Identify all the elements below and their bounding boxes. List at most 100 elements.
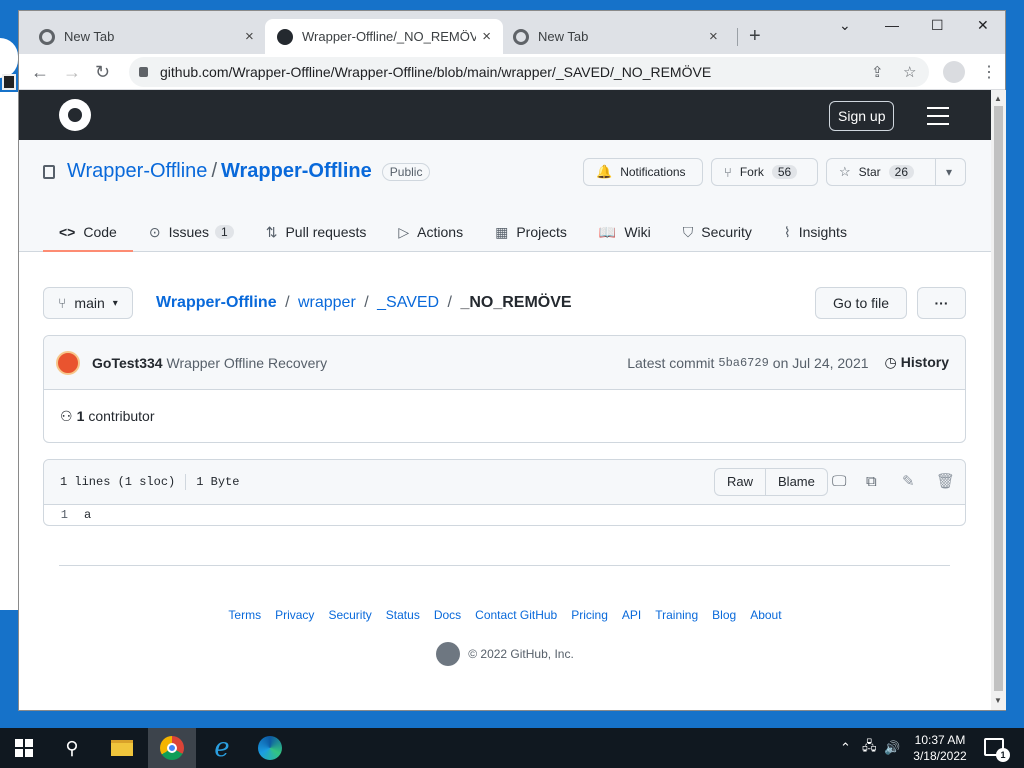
history-link[interactable]: ◷ History xyxy=(885,354,949,371)
desktop-shortcut-icon[interactable] xyxy=(0,38,18,78)
system-clock[interactable]: 10:37 AM 3/18/2022 xyxy=(900,732,980,764)
open-desktop-icon[interactable]: 🖵 xyxy=(832,472,846,490)
github-footer-logo-icon[interactable] xyxy=(436,642,461,666)
copy-icon[interactable]: ⧉ xyxy=(866,472,877,490)
search-icon[interactable]: ⚲ xyxy=(48,728,96,768)
contributors-row[interactable]: ⚇ 1 contributor xyxy=(44,390,965,442)
breadcrumb-saved-link[interactable]: _SAVED xyxy=(377,294,439,311)
maximize-button[interactable]: ☐ xyxy=(931,17,944,34)
star-list-dropdown[interactable]: ▾ xyxy=(935,158,966,186)
footer-link[interactable]: Contact GitHub xyxy=(475,608,557,622)
star-button[interactable]: ☆ Star 26 xyxy=(826,158,936,186)
forward-button[interactable]: → xyxy=(63,62,81,83)
github-header: Sign up xyxy=(19,90,991,140)
branch-selector[interactable]: ⑂ main ▾ xyxy=(43,287,133,319)
close-window-button[interactable]: ✕ xyxy=(977,17,989,34)
tab-code[interactable]: <> Code xyxy=(43,212,133,252)
current-file-name: _NO_REMÖVE xyxy=(460,294,572,311)
taskbar-chrome[interactable] xyxy=(148,728,196,768)
code-text: a xyxy=(84,508,92,522)
star-count: 26 xyxy=(888,165,915,179)
fork-button[interactable]: ⑂ Fork 56 xyxy=(711,158,818,186)
close-tab-icon[interactable]: × xyxy=(709,28,718,45)
breadcrumb-root-link[interactable]: Wrapper-Offline xyxy=(156,294,277,311)
scroll-down-icon[interactable]: ▼ xyxy=(994,696,1002,705)
tab-actions[interactable]: ▷ Actions xyxy=(382,212,479,252)
commit-message-link[interactable]: Wrapper Offline Recovery xyxy=(167,355,328,371)
show-hidden-icons-icon[interactable]: ⌃ xyxy=(840,728,851,768)
footer-link[interactable]: Pricing xyxy=(571,608,608,622)
notifications-button[interactable]: 🔔 Notifications xyxy=(583,158,703,186)
footer-link[interactable]: Docs xyxy=(434,608,461,622)
author-avatar[interactable] xyxy=(56,350,80,375)
taskbar-edge[interactable] xyxy=(246,728,294,768)
breadcrumb-wrapper-link[interactable]: wrapper xyxy=(298,294,356,311)
tab-search-icon[interactable]: ⌄ xyxy=(839,17,851,34)
blame-button[interactable]: Blame xyxy=(765,469,827,495)
scroll-up-icon[interactable]: ▲ xyxy=(994,94,1002,103)
reload-button[interactable]: ↻ xyxy=(95,62,110,83)
url-text[interactable]: github.com/Wrapper-Offline/Wrapper-Offli… xyxy=(160,64,711,80)
tab-security[interactable]: ⛉ Security xyxy=(667,212,768,252)
page-scrollbar[interactable]: ▲ ▼ xyxy=(991,90,1006,710)
footer-link[interactable]: API xyxy=(622,608,641,622)
raw-button[interactable]: Raw xyxy=(715,469,765,495)
new-tab-button[interactable]: + xyxy=(749,25,761,48)
windows-taskbar: ⚲ e ⌃ 🖧 🔊 10:37 AM 3/18/2022 1 xyxy=(0,728,1024,768)
copyright-text: © 2022 GitHub, Inc. xyxy=(468,647,574,661)
play-icon: ▷ xyxy=(398,223,410,240)
footer-link[interactable]: Blog xyxy=(712,608,736,622)
hamburger-menu-icon[interactable] xyxy=(927,107,949,131)
start-button[interactable] xyxy=(0,728,48,768)
commit-info-box: GoTest334 Wrapper Offline Recovery Lates… xyxy=(43,335,966,443)
tab-pull-requests[interactable]: ⇅ Pull requests xyxy=(250,212,383,252)
volume-icon[interactable]: 🔊 xyxy=(884,728,900,768)
close-tab-icon[interactable]: × xyxy=(482,28,491,45)
desktop-shortcut-icon-2[interactable] xyxy=(2,74,16,90)
footer-link[interactable]: Privacy xyxy=(275,608,314,622)
address-bar[interactable]: github.com/Wrapper-Offline/Wrapper-Offli… xyxy=(129,57,929,87)
book-icon: 📖 xyxy=(598,223,617,240)
github-logo-icon[interactable] xyxy=(59,99,91,131)
close-tab-icon[interactable]: × xyxy=(245,28,254,45)
background-window-edge xyxy=(0,92,18,610)
taskbar-file-explorer[interactable] xyxy=(98,728,146,768)
scrollbar-thumb[interactable] xyxy=(994,106,1003,691)
repo-owner-link[interactable]: Wrapper-Offline xyxy=(67,160,207,183)
go-to-file-button[interactable]: Go to file xyxy=(815,287,907,319)
taskbar-internet-explorer[interactable]: e xyxy=(198,728,246,768)
back-button[interactable]: ← xyxy=(31,62,49,83)
bell-icon: 🔔 xyxy=(596,164,613,179)
profile-avatar-icon[interactable] xyxy=(943,61,965,83)
repo-name-link[interactable]: Wrapper-Offline xyxy=(221,160,372,183)
tab-insights[interactable]: ⌇ Insights xyxy=(768,212,863,252)
commit-sha-link[interactable]: 5ba6729 xyxy=(718,356,768,370)
tab-new-tab-1[interactable]: New Tab × xyxy=(27,19,267,54)
share-icon[interactable]: ⇪ xyxy=(871,63,884,81)
browser-menu-icon[interactable]: ⋮ xyxy=(981,62,997,82)
minimize-button[interactable]: — xyxy=(885,17,899,33)
footer-link[interactable]: Security xyxy=(328,608,371,622)
contributors-label: contributor xyxy=(88,408,155,424)
footer-link[interactable]: About xyxy=(750,608,781,622)
file-viewer: 1 lines (1 sloc) 1 Byte Raw Blame 🖵 ⧉ ✎ … xyxy=(43,459,966,526)
network-icon[interactable]: 🖧 xyxy=(862,728,877,768)
pencil-edit-icon[interactable]: ✎ xyxy=(902,472,915,490)
tab-wiki[interactable]: 📖 Wiki xyxy=(583,212,667,252)
tab-projects[interactable]: ▦ Projects xyxy=(479,212,583,252)
tab-new-tab-2[interactable]: New Tab × xyxy=(501,19,731,54)
footer-link[interactable]: Terms xyxy=(228,608,261,622)
footer-link[interactable]: Status xyxy=(386,608,420,622)
lock-icon[interactable] xyxy=(139,67,148,77)
trash-icon[interactable]: 🗑 xyxy=(936,472,955,490)
more-options-button[interactable]: ··· xyxy=(917,287,966,319)
chevron-down-icon: ▾ xyxy=(112,297,118,309)
sign-up-button[interactable]: Sign up xyxy=(829,101,895,131)
internet-explorer-icon: e xyxy=(214,733,230,763)
footer-link[interactable]: Training xyxy=(655,608,698,622)
line-number[interactable]: 1 xyxy=(44,508,84,522)
tab-issues[interactable]: ⊙ Issues 1 xyxy=(133,212,250,252)
tab-github-file[interactable]: Wrapper-Offline/_NO_REMÖVE a × xyxy=(265,19,503,54)
bookmark-star-icon[interactable]: ☆ xyxy=(903,63,916,81)
commit-author-link[interactable]: GoTest334 xyxy=(92,355,163,371)
